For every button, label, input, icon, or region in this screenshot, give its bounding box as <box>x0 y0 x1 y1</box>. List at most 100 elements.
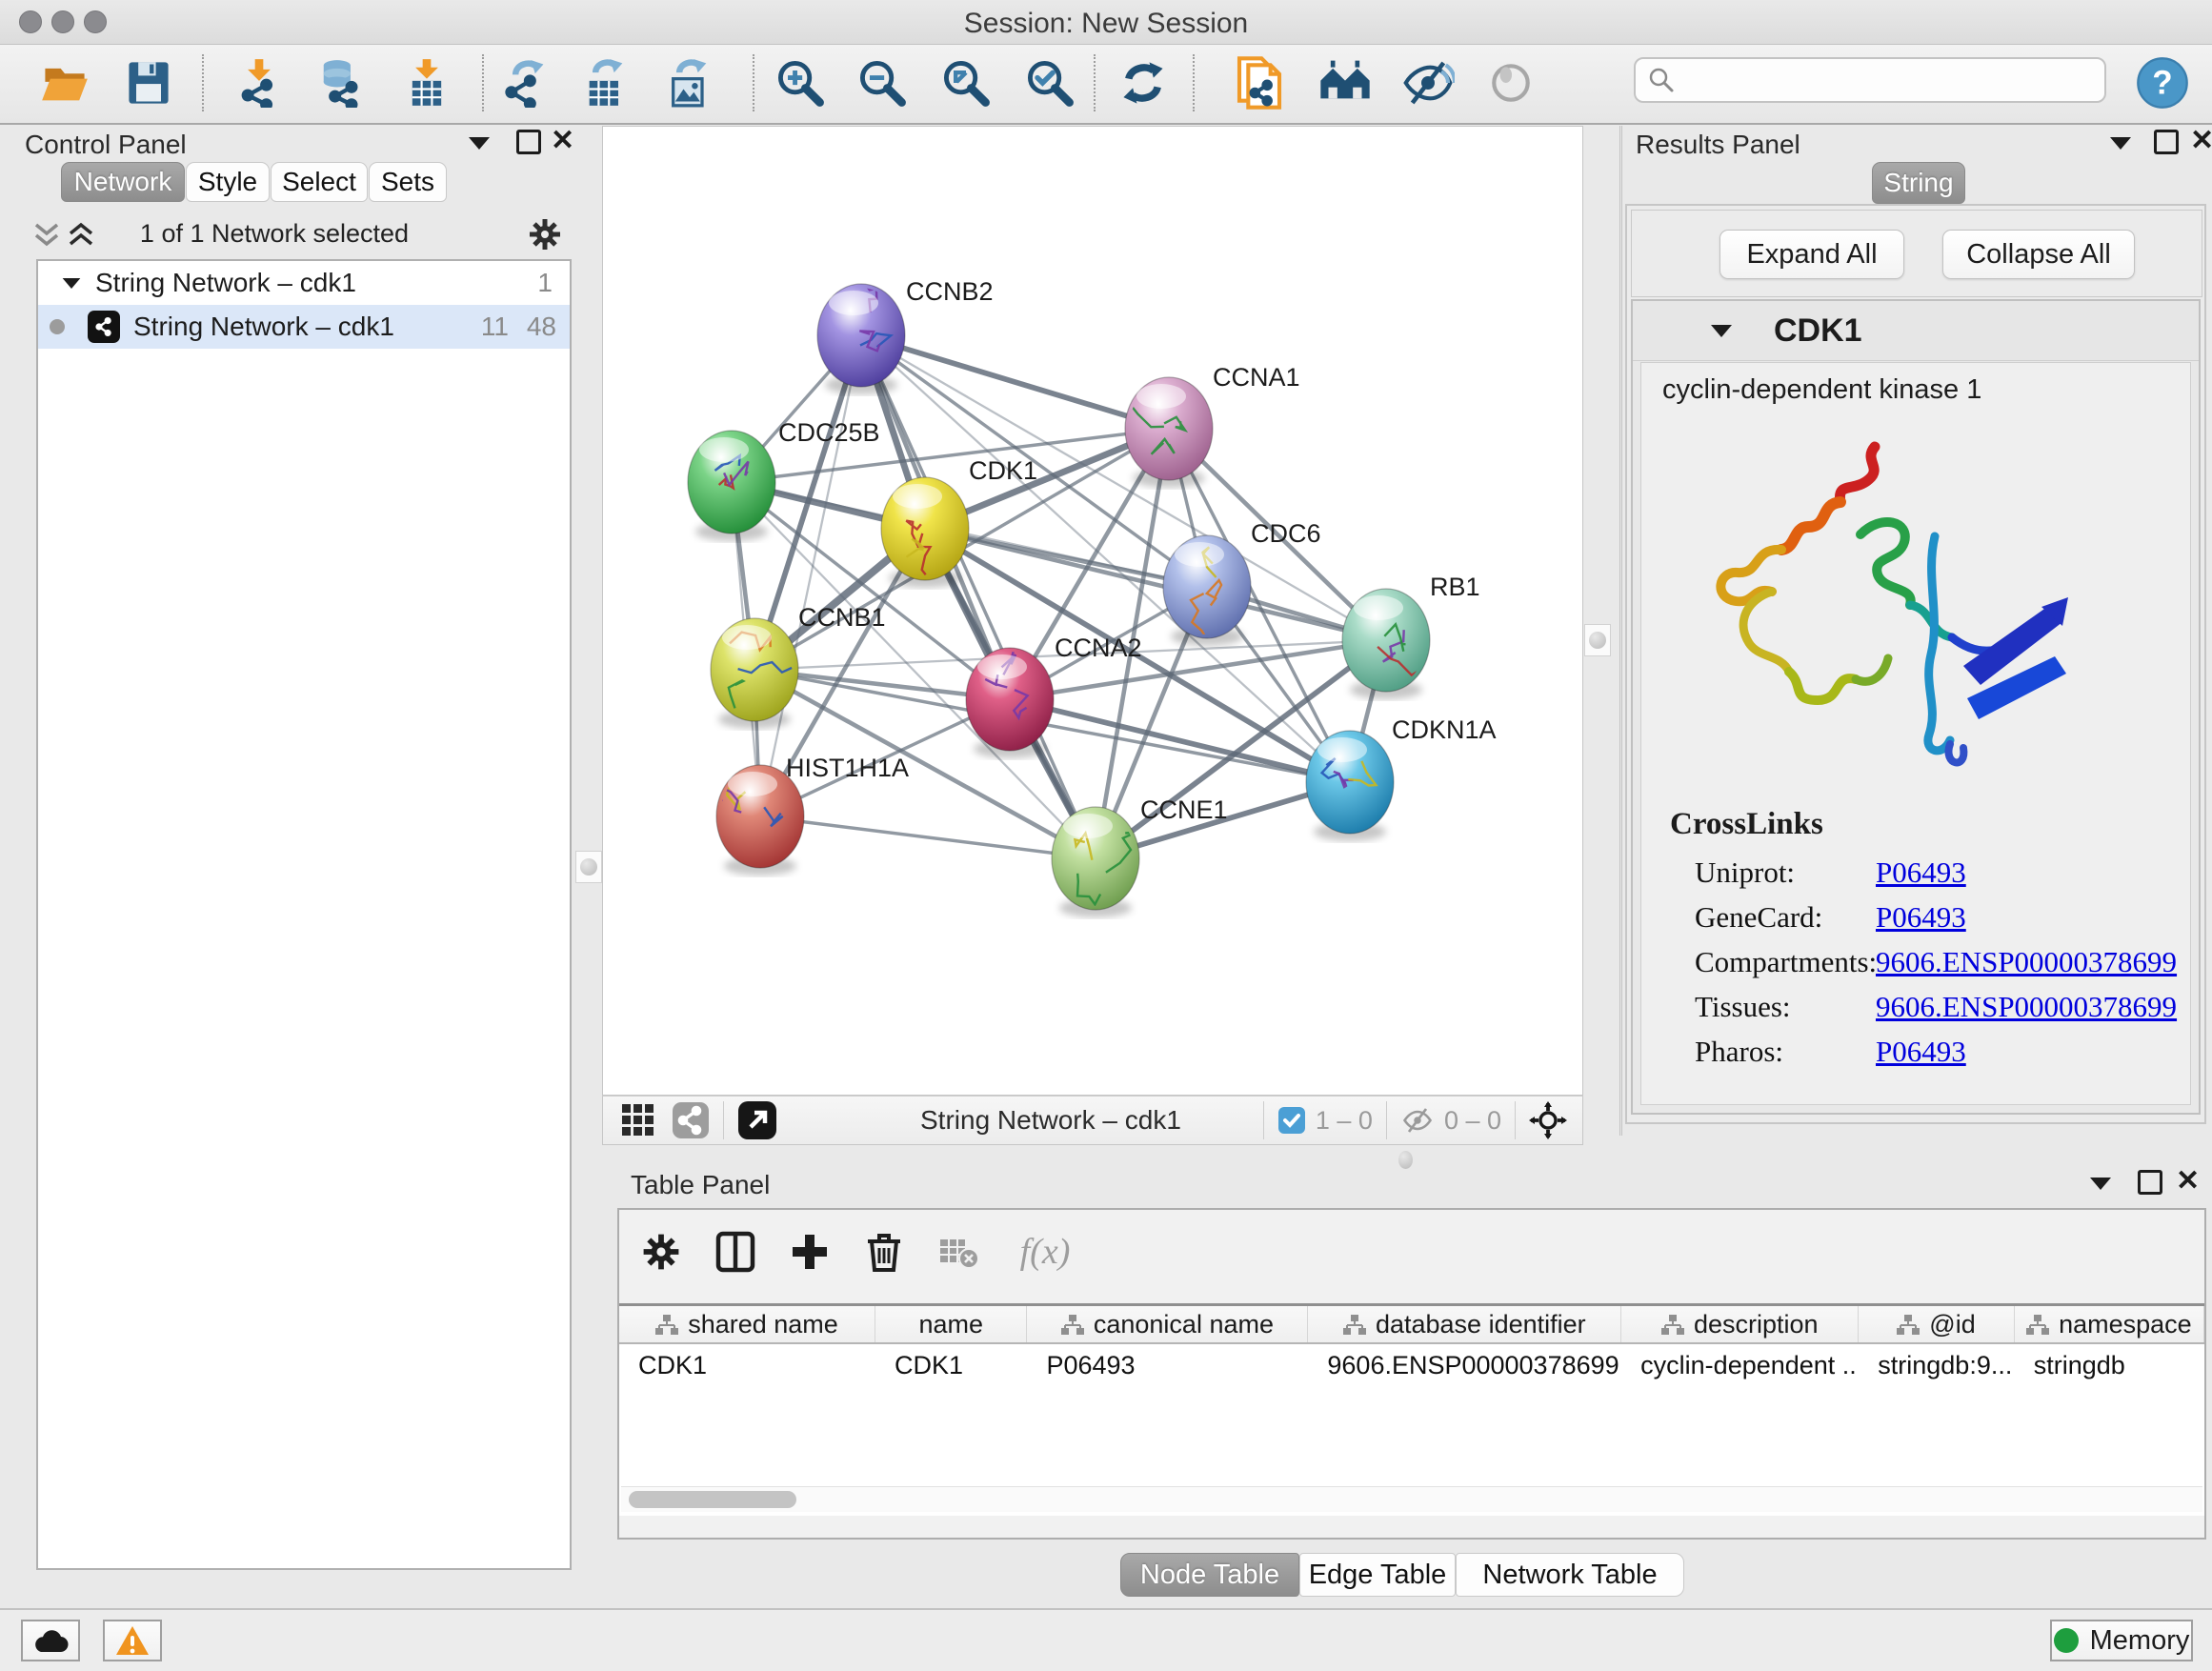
warnings-button[interactable] <box>103 1620 162 1661</box>
table-panel-close-icon[interactable]: ✕ <box>2176 1172 2200 1191</box>
crosslink-row: Compartments:9606.ENSP00000378699 <box>1695 945 2192 979</box>
table-cell[interactable]: cyclin-dependent ... <box>1621 1344 1859 1386</box>
column-header-name[interactable]: name <box>875 1306 1027 1342</box>
string-network-graph[interactable]: CCNB2CCNA1CDC25BCDK1CDC6RB1CCNB1CCNA2CDK… <box>603 127 1582 1095</box>
crosslink-link[interactable]: P06493 <box>1876 900 1966 935</box>
open-in-browser-icon[interactable] <box>737 1100 777 1140</box>
gene-disclosure-icon[interactable] <box>1711 325 1732 337</box>
search-field[interactable] <box>1634 57 2106 103</box>
table-panel-float-icon[interactable] <box>2138 1170 2162 1195</box>
collapse-all-networks-icon[interactable] <box>32 219 61 250</box>
network-edge[interactable] <box>861 335 1169 429</box>
table-cell[interactable]: stringdb:9... <box>1859 1344 2014 1386</box>
gene-section-header[interactable]: CDK1 <box>1633 301 2199 361</box>
refresh-icon[interactable] <box>1116 56 1170 110</box>
zoom-out-icon[interactable] <box>855 56 909 110</box>
tab-edge-table[interactable]: Edge Table <box>1299 1553 1456 1597</box>
network-node-rb1[interactable]: RB1 <box>1342 573 1480 699</box>
table-cell[interactable]: CDK1 <box>619 1344 875 1386</box>
birds-eye-view-icon[interactable] <box>620 1102 656 1138</box>
hide-graphics-details-icon[interactable] <box>1401 56 1455 110</box>
tab-node-table[interactable]: Node Table <box>1120 1553 1299 1597</box>
table-options-gear-icon[interactable] <box>631 1221 692 1282</box>
selected-nodes-checkbox[interactable] <box>1277 1106 1306 1135</box>
crosslink-link[interactable]: P06493 <box>1876 856 1966 890</box>
tab-string[interactable]: String <box>1872 162 1965 204</box>
column-header-label: canonical name <box>1094 1310 1274 1339</box>
search-input[interactable] <box>1676 65 2080 96</box>
help-icon[interactable]: ? <box>2136 56 2189 110</box>
crosslink-link[interactable]: 9606.ENSP00000378699 <box>1876 990 2177 1024</box>
table-cell[interactable]: CDK1 <box>875 1344 1027 1386</box>
network-node-cdc6[interactable]: CDC6 <box>1163 519 1321 646</box>
hidden-node-edge-counts: 0 – 0 <box>1444 1106 1501 1136</box>
zoom-in-icon[interactable] <box>774 56 827 110</box>
table-horizontal-scrollbar[interactable] <box>621 1486 2202 1512</box>
results-panel-title: Results Panel <box>1636 130 1800 160</box>
table-panel-menu-icon[interactable] <box>2090 1178 2111 1190</box>
column-header-description[interactable]: description <box>1621 1306 1859 1342</box>
svg-text:?: ? <box>2152 65 2172 102</box>
column-header-database-identifier[interactable]: database identifier <box>1308 1306 1621 1342</box>
network-edge[interactable] <box>760 335 861 816</box>
column-header-canonical-name[interactable]: canonical name <box>1027 1306 1308 1342</box>
network-node-cdkn1a[interactable]: CDKN1A <box>1306 715 1497 841</box>
tab-sets[interactable]: Sets <box>369 162 447 202</box>
save-session-icon[interactable] <box>122 56 175 110</box>
scrollbar-thumb[interactable] <box>629 1491 796 1508</box>
left-splitter-handle[interactable] <box>575 851 602 883</box>
show-columns-icon[interactable] <box>705 1221 766 1282</box>
import-table-file-icon[interactable] <box>400 56 453 110</box>
expand-all-networks-icon[interactable] <box>67 219 95 250</box>
network-edge[interactable] <box>760 816 1096 858</box>
right-splitter-handle[interactable] <box>1584 624 1611 656</box>
network-view-canvas[interactable]: CCNB2CCNA1CDC25BCDK1CDC6RB1CCNB1CCNA2CDK… <box>602 126 1583 1096</box>
delete-column-icon[interactable] <box>854 1221 915 1282</box>
control-panel-float-icon[interactable] <box>516 130 541 154</box>
import-network-database-icon[interactable] <box>312 56 366 110</box>
table-cell[interactable]: P06493 <box>1027 1344 1308 1386</box>
home-networks-icon[interactable] <box>1318 56 1372 110</box>
crosslink-link[interactable]: 9606.ENSP00000378699 <box>1876 945 2177 979</box>
collapse-all-button[interactable]: Collapse All <box>1942 230 2135 279</box>
memory-button[interactable]: Memory <box>2050 1620 2193 1661</box>
hidden-elements-icon[interactable] <box>1400 1103 1435 1137</box>
tab-select[interactable]: Select <box>271 162 368 202</box>
crosslink-link[interactable]: P06493 <box>1876 1035 1966 1069</box>
column-header--id[interactable]: @id <box>1859 1306 2014 1342</box>
tab-network[interactable]: Network <box>61 162 185 202</box>
control-panel-menu-icon[interactable] <box>469 137 490 150</box>
network-collection-row[interactable]: String Network – cdk1 1 <box>38 261 570 305</box>
column-header-label: @id <box>1929 1310 1975 1339</box>
table-row[interactable]: CDK1CDK1P064939606.ENSP00000378699cyclin… <box>619 1344 2204 1386</box>
network-options-gear-icon[interactable] <box>526 215 564 253</box>
export-network-icon[interactable] <box>499 56 553 110</box>
collection-disclosure-icon[interactable] <box>63 277 81 288</box>
zoom-fit-icon[interactable] <box>939 56 993 110</box>
zoom-selected-icon[interactable] <box>1023 56 1076 110</box>
network-file-share-icon[interactable] <box>1233 56 1286 110</box>
cloud-status-button[interactable] <box>21 1620 80 1661</box>
network-node-hist1h1a[interactable]: HIST1H1A <box>714 754 909 876</box>
column-header-namespace[interactable]: namespace <box>2015 1306 2204 1342</box>
control-panel-close-icon[interactable]: ✕ <box>551 131 574 151</box>
network-row[interactable]: String Network – cdk1 11 48 <box>38 305 570 349</box>
hierarchy-icon <box>1661 1314 1684 1335</box>
open-session-icon[interactable] <box>38 56 91 110</box>
fit-content-crosshair-icon[interactable] <box>1529 1101 1567 1139</box>
node-label: CDC25B <box>778 418 880 447</box>
network-node-ccne1[interactable]: CCNE1 <box>1052 795 1228 917</box>
tab-network-table[interactable]: Network Table <box>1456 1553 1684 1597</box>
tab-style[interactable]: Style <box>186 162 270 202</box>
results-panel-close-icon[interactable]: ✕ <box>2190 131 2212 151</box>
create-column-icon[interactable] <box>779 1221 840 1282</box>
results-panel-menu-icon[interactable] <box>2110 137 2131 150</box>
export-table-icon[interactable] <box>579 56 633 110</box>
expand-all-button[interactable]: Expand All <box>1719 230 1904 279</box>
export-image-icon[interactable] <box>663 56 716 110</box>
table-cell[interactable]: stringdb <box>2015 1344 2204 1386</box>
import-network-file-icon[interactable] <box>232 56 286 110</box>
table-cell[interactable]: 9606.ENSP00000378699 <box>1308 1344 1621 1386</box>
results-panel-float-icon[interactable] <box>2154 130 2179 154</box>
column-header-shared-name[interactable]: shared name <box>619 1306 875 1342</box>
